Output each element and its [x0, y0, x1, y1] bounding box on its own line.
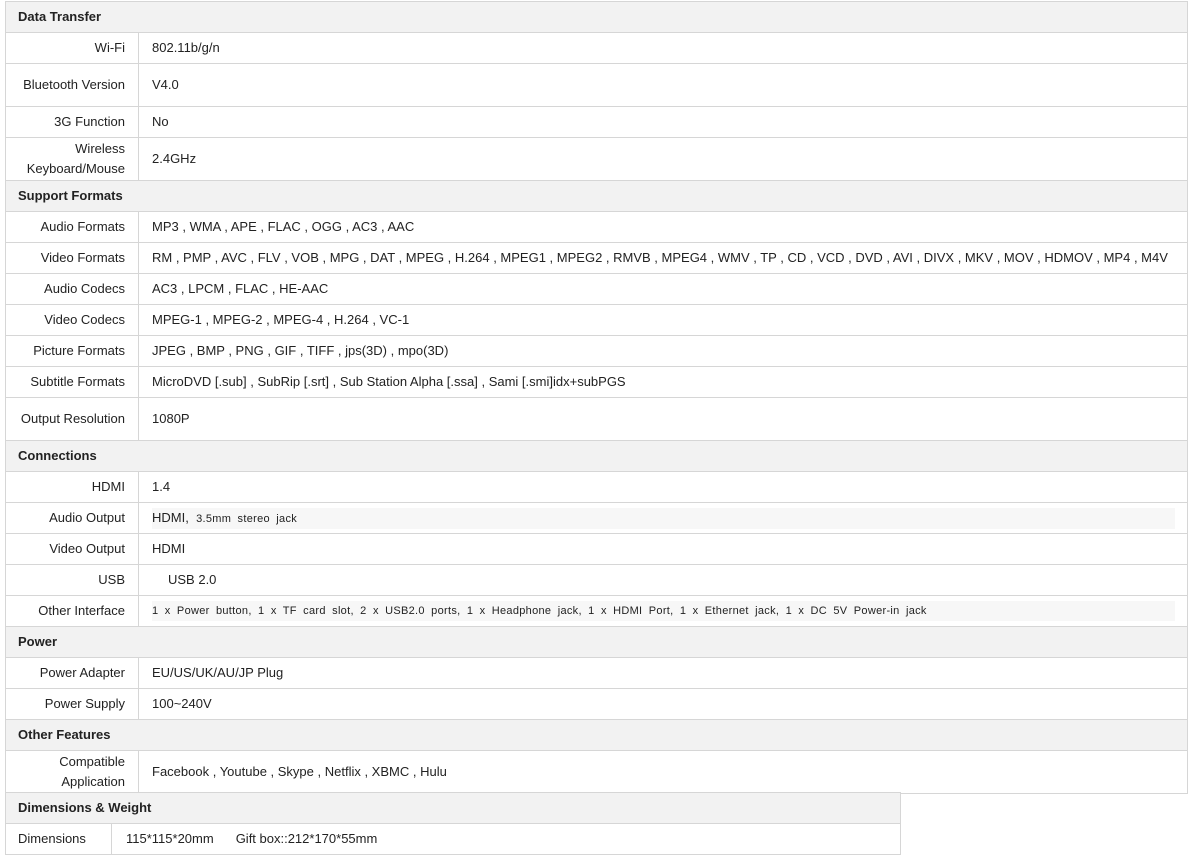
spec-label: Compatible Application: [5, 750, 139, 794]
spec-value-small: 3.5mm stereo jack: [196, 512, 298, 525]
spec-value: USB 2.0: [168, 572, 217, 587]
section-header-power: Power: [5, 626, 1188, 658]
spec-label: Wi-Fi: [5, 32, 139, 64]
spec-value-cell: USB 2.0: [138, 564, 1188, 596]
spec-label: Picture Formats: [5, 335, 139, 367]
spec-row-3g: 3G Function No: [5, 106, 1188, 138]
spec-value: RM , PMP , AVC , FLV , VOB , MPG , DAT ,…: [138, 242, 1188, 274]
spec-value-cell: 115*115*20mm Gift box::212*170*55mm: [111, 823, 901, 855]
spec-row-usb: USB USB 2.0: [5, 564, 1188, 596]
section-title: Dimensions & Weight: [5, 792, 901, 824]
spec-value: 1080P: [138, 397, 1188, 441]
spec-row-compatible-application: Compatible Application Facebook , Youtub…: [5, 750, 1188, 794]
spec-row-subtitle-formats: Subtitle Formats MicroDVD [.sub] , SubRi…: [5, 366, 1188, 398]
gift-box-size: Gift box::212*170*55mm: [235, 831, 378, 846]
spec-label: USB: [5, 564, 139, 596]
spec-label: Video Codecs: [5, 304, 139, 336]
dimensions-table: Dimensions & Weight Dimensions 115*115*2…: [5, 792, 901, 855]
spec-row-audio-output: Audio Output HDMI, 3.5mm stereo jack: [5, 502, 1188, 534]
spec-value-cell: HDMI, 3.5mm stereo jack: [138, 502, 1188, 534]
spec-row-power-adapter: Power Adapter EU/US/UK/AU/JP Plug: [5, 657, 1188, 689]
dimensions-size: 115*115*20mm: [126, 831, 214, 846]
spec-value: AC3 , LPCM , FLAC , HE-AAC: [138, 273, 1188, 305]
spec-label: Audio Codecs: [5, 273, 139, 305]
spec-row-video-codecs: Video Codecs MPEG-1 , MPEG-2 , MPEG-4 , …: [5, 304, 1188, 336]
section-header-connections: Connections: [5, 440, 1188, 472]
section-header-support-formats: Support Formats: [5, 180, 1188, 212]
spec-label: Video Formats: [5, 242, 139, 274]
spec-label: Subtitle Formats: [5, 366, 139, 398]
spec-value: JPEG , BMP , PNG , GIF , TIFF , jps(3D) …: [138, 335, 1188, 367]
section-title: Data Transfer: [5, 1, 1188, 33]
spec-value: 100~240V: [138, 688, 1188, 720]
spec-row-dimensions: Dimensions 115*115*20mm Gift box::212*170…: [5, 823, 901, 855]
shaded-value: HDMI, 3.5mm stereo jack: [152, 507, 1175, 529]
spec-value: EU/US/UK/AU/JP Plug: [138, 657, 1188, 689]
spec-value: 802.11b/g/n: [138, 32, 1188, 64]
spec-value: 2.4GHz: [138, 137, 1188, 181]
spec-label: Output Resolution: [5, 397, 139, 441]
spec-row-video-output: Video Output HDMI: [5, 533, 1188, 565]
spec-value: HDMI: [138, 533, 1188, 565]
section-header-data-transfer: Data Transfer: [5, 1, 1188, 33]
spec-row-audio-formats: Audio Formats MP3 , WMA , APE , FLAC , O…: [5, 211, 1188, 243]
spec-row-power-supply: Power Supply 100~240V: [5, 688, 1188, 720]
spec-label: HDMI: [5, 471, 139, 503]
spec-label: Bluetooth Version: [5, 63, 139, 107]
spec-value: V4.0: [138, 63, 1188, 107]
spec-row-picture-formats: Picture Formats JPEG , BMP , PNG , GIF ,…: [5, 335, 1188, 367]
spec-row-output-resolution: Output Resolution 1080P: [5, 397, 1188, 441]
spec-value: MPEG-1 , MPEG-2 , MPEG-4 , H.264 , VC-1: [138, 304, 1188, 336]
spec-value: 1.4: [138, 471, 1188, 503]
section-header-other-features: Other Features: [5, 719, 1188, 751]
spec-value: HDMI,: [152, 509, 189, 525]
spec-row-other-interface: Other Interface 1 x Power button, 1 x TF…: [5, 595, 1188, 627]
spec-row-audio-codecs: Audio Codecs AC3 , LPCM , FLAC , HE-AAC: [5, 273, 1188, 305]
spec-label: Audio Output: [5, 502, 139, 534]
section-title: Connections: [5, 440, 1188, 472]
spec-label: Audio Formats: [5, 211, 139, 243]
spec-row-wireless-keyboard: Wireless Keyboard/Mouse 2.4GHz: [5, 137, 1188, 181]
spec-row-hdmi: HDMI 1.4: [5, 471, 1188, 503]
spec-value: Facebook , Youtube , Skype , Netflix , X…: [138, 750, 1188, 794]
spec-label: Power Adapter: [5, 657, 139, 689]
spec-row-video-formats: Video Formats RM , PMP , AVC , FLV , VOB…: [5, 242, 1188, 274]
spec-value: No: [138, 106, 1188, 138]
spec-value: MP3 , WMA , APE , FLAC , OGG , AC3 , AAC: [138, 211, 1188, 243]
spec-table: Data Transfer Wi-Fi 802.11b/g/n Bluetoot…: [5, 1, 1188, 794]
spec-value: 1 x Power button, 1 x TF card slot, 2 x …: [152, 601, 1175, 621]
spec-label: Power Supply: [5, 688, 139, 720]
spec-label: 3G Function: [5, 106, 139, 138]
spec-label: Other Interface: [5, 595, 139, 627]
spec-label: Wireless Keyboard/Mouse: [5, 137, 139, 181]
section-header-dimensions-weight: Dimensions & Weight: [5, 792, 901, 824]
spec-row-wifi: Wi-Fi 802.11b/g/n: [5, 32, 1188, 64]
section-title: Power: [5, 626, 1188, 658]
spec-value-cell: 1 x Power button, 1 x TF card slot, 2 x …: [138, 595, 1188, 627]
spec-value: MicroDVD [.sub] , SubRip [.srt] , Sub St…: [138, 366, 1188, 398]
spec-label: Dimensions: [5, 823, 112, 855]
spec-row-bluetooth: Bluetooth Version V4.0: [5, 63, 1188, 107]
section-title: Support Formats: [5, 180, 1188, 212]
spec-label: Video Output: [5, 533, 139, 565]
section-title: Other Features: [5, 719, 1188, 751]
